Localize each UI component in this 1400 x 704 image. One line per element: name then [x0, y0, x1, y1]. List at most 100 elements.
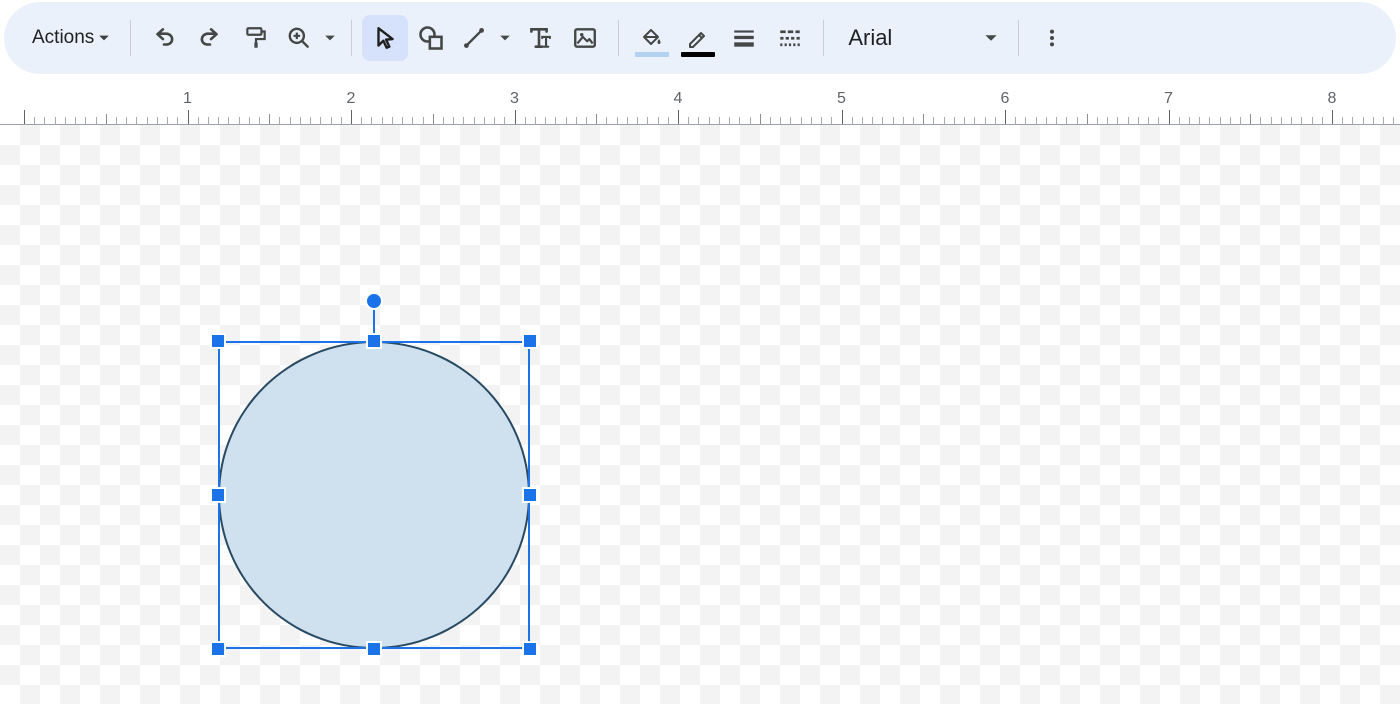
resize-handle-n[interactable] [366, 333, 382, 349]
ruler-tick [177, 117, 178, 124]
ruler-tick [1005, 110, 1006, 124]
redo-button[interactable] [187, 15, 233, 61]
resize-handle-w[interactable] [210, 487, 226, 503]
text-icon [526, 25, 552, 51]
ruler-tick [964, 117, 965, 124]
resize-handle-e[interactable] [522, 487, 538, 503]
ruler-label: 5 [837, 90, 846, 108]
drawing-canvas[interactable] [0, 125, 1400, 704]
ruler-tick [944, 117, 945, 124]
ruler-tick [188, 110, 189, 124]
ruler-tick [351, 110, 352, 124]
ruler-tick [709, 117, 710, 124]
ruler-tick [147, 117, 148, 124]
ruler-tick [259, 117, 260, 124]
ruler-tick [300, 117, 301, 124]
font-family-select[interactable]: Arial [834, 15, 1008, 61]
ruler-tick [474, 117, 475, 124]
ruler-tick [1393, 117, 1394, 124]
ruler-tick [637, 117, 638, 124]
resize-handle-nw[interactable] [210, 333, 226, 349]
ruler-label: 3 [510, 90, 519, 108]
ruler-tick [1363, 117, 1364, 124]
ruler-tick [862, 117, 863, 124]
toolbar-separator [351, 20, 352, 56]
actions-menu-label: Actions [32, 27, 94, 49]
ruler-tick [617, 117, 618, 124]
ruler-tick [1250, 114, 1251, 124]
ruler-tick [954, 117, 955, 124]
ruler-tick [790, 117, 791, 124]
ruler-tick [535, 117, 536, 124]
more-options-button[interactable] [1029, 15, 1075, 61]
ruler-tick [1260, 117, 1261, 124]
ruler-tick [1301, 117, 1302, 124]
ruler-tick [423, 117, 424, 124]
shape-tool-button[interactable] [408, 15, 454, 61]
rotation-handle[interactable] [365, 292, 383, 310]
ruler-tick [392, 117, 393, 124]
border-dash-button[interactable] [767, 15, 813, 61]
ruler-tick [985, 117, 986, 124]
toolbar-separator [823, 20, 824, 56]
more-vertical-icon [1041, 27, 1063, 49]
ruler-tick [136, 117, 137, 124]
resize-handle-sw[interactable] [210, 641, 226, 657]
ruler-tick [852, 117, 853, 124]
ruler-tick [750, 117, 751, 124]
zoom-dropdown[interactable] [319, 15, 341, 61]
insert-image-button[interactable] [562, 15, 608, 61]
ruler-label: 8 [1328, 90, 1337, 108]
ruler-tick [525, 117, 526, 124]
ruler-tick [167, 117, 168, 124]
ruler-tick [698, 117, 699, 124]
text-box-button[interactable] [516, 15, 562, 61]
undo-button[interactable] [141, 15, 187, 61]
shape-ellipse[interactable] [218, 341, 530, 649]
ruler-tick [555, 117, 556, 124]
ruler-tick [1312, 117, 1313, 124]
caret-down-icon [984, 25, 998, 51]
ruler-tick [842, 110, 843, 124]
ruler-tick [1209, 117, 1210, 124]
ruler-tick [576, 117, 577, 124]
border-weight-button[interactable] [721, 15, 767, 61]
line-icon [461, 25, 487, 51]
line-tool-button[interactable] [454, 15, 494, 61]
ruler-tick [1117, 117, 1118, 124]
ruler-tick [821, 117, 822, 124]
ruler-tick [566, 117, 567, 124]
select-tool-button[interactable] [362, 15, 408, 61]
ruler-tick [85, 117, 86, 124]
ruler-tick [903, 117, 904, 124]
resize-handle-s[interactable] [366, 641, 382, 657]
fill-color-button[interactable] [629, 15, 675, 61]
ruler-tick [872, 117, 873, 124]
paint-format-button[interactable] [233, 15, 279, 61]
line-dash-icon [776, 25, 804, 51]
ruler-tick [1189, 117, 1190, 124]
paint-roller-icon [243, 25, 269, 51]
ruler-tick [1281, 117, 1282, 124]
font-family-label: Arial [848, 25, 892, 51]
ruler-tick [1220, 117, 1221, 124]
resize-handle-ne[interactable] [522, 333, 538, 349]
ruler-label: 6 [1001, 90, 1010, 108]
ruler-tick [1046, 117, 1047, 124]
actions-menu-button[interactable]: Actions [22, 21, 120, 55]
ruler-tick [627, 117, 628, 124]
horizontal-ruler[interactable]: 12345678 [0, 86, 1400, 125]
ruler-tick [801, 117, 802, 124]
zoom-button[interactable] [279, 15, 319, 61]
resize-handle-se[interactable] [522, 641, 538, 657]
pencil-icon [685, 28, 711, 48]
ruler-tick [729, 117, 730, 124]
ruler-tick [770, 117, 771, 124]
border-color-button[interactable] [675, 15, 721, 61]
ruler-tick [1373, 117, 1374, 124]
caret-down-icon [499, 32, 511, 44]
ruler-tick [995, 117, 996, 124]
line-tool-dropdown[interactable] [494, 15, 516, 61]
ruler-tick [606, 117, 607, 124]
fill-color-swatch [635, 52, 669, 57]
